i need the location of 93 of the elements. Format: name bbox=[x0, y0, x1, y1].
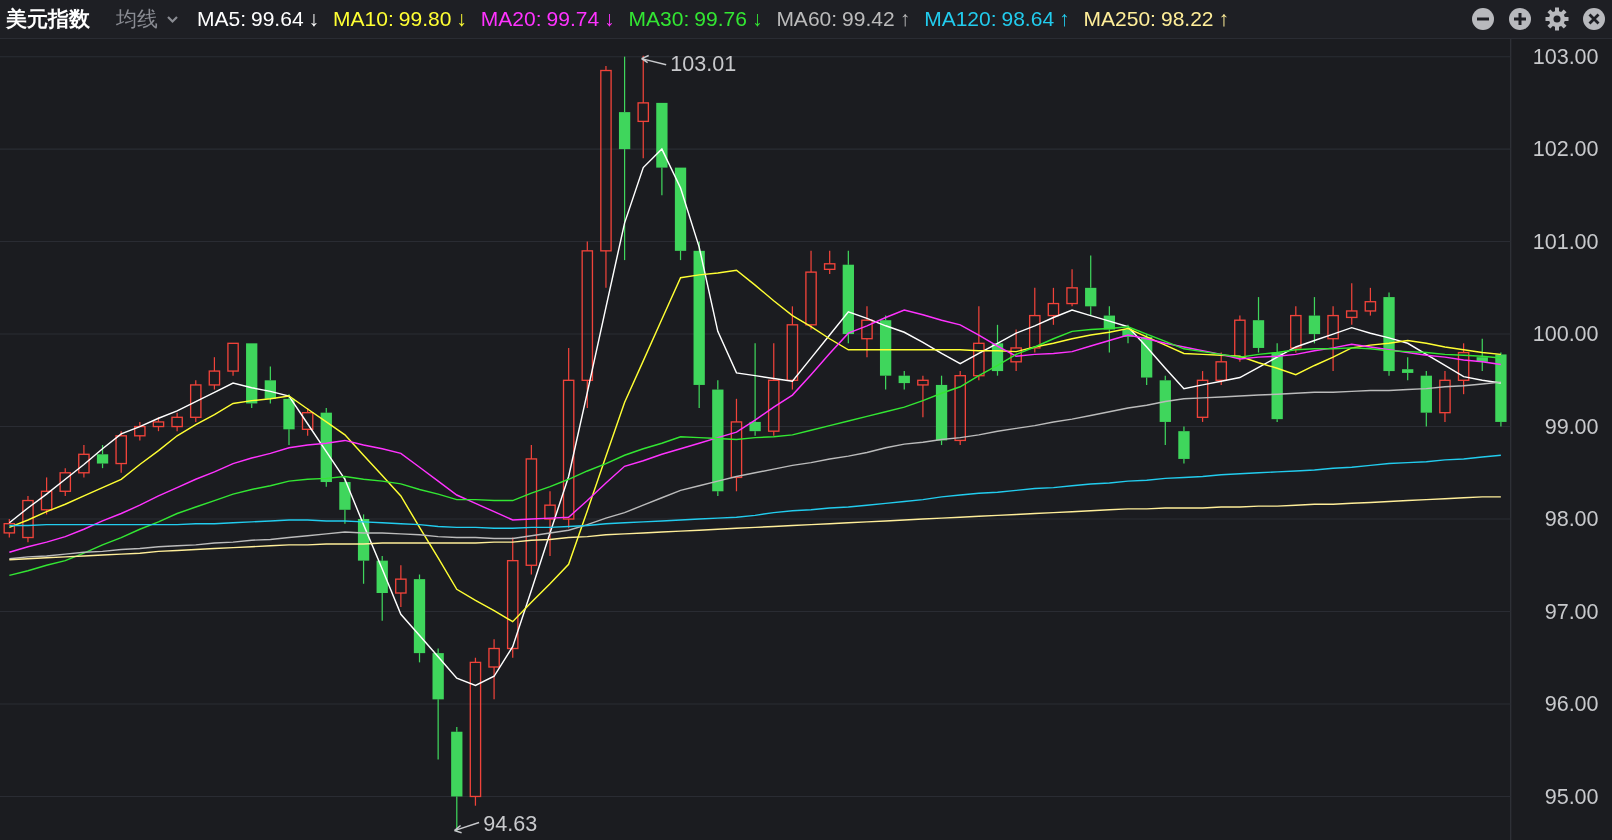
candlestick bbox=[1308, 296, 1321, 344]
legend-value: 99.80 bbox=[398, 7, 452, 31]
legend-value: 99.42 bbox=[842, 7, 895, 31]
candlestick bbox=[264, 365, 276, 405]
trend-arrow: ↑ bbox=[899, 7, 911, 31]
zoom-in-icon[interactable] bbox=[1508, 7, 1532, 31]
axis-label: 101.00 bbox=[1532, 228, 1599, 254]
legend-value: 99.76 bbox=[694, 7, 747, 31]
candlestick bbox=[283, 393, 295, 446]
candlestick bbox=[1345, 282, 1358, 326]
candlestick bbox=[1196, 370, 1209, 423]
chevron-down-icon bbox=[166, 14, 179, 24]
candlestick bbox=[1159, 375, 1171, 446]
candlestick bbox=[1103, 305, 1115, 354]
candlestick bbox=[96, 444, 109, 469]
candlestick bbox=[134, 421, 146, 442]
candlestick bbox=[1010, 328, 1022, 372]
candlestick bbox=[917, 375, 929, 418]
axis-label: 98.00 bbox=[1544, 506, 1599, 532]
candlestick bbox=[1178, 425, 1190, 465]
candlestick bbox=[1420, 370, 1432, 428]
candlestick bbox=[1028, 287, 1041, 354]
candlestick bbox=[171, 412, 183, 432]
settings-icon[interactable] bbox=[1545, 7, 1569, 31]
legend-label: MA250: bbox=[1083, 7, 1156, 31]
legend-label: MA20: bbox=[480, 7, 542, 31]
zoom-out-icon[interactable] bbox=[1471, 7, 1495, 31]
candlestick bbox=[1085, 254, 1097, 317]
candlestick bbox=[1439, 370, 1451, 423]
trend-arrow: ↑ bbox=[1218, 7, 1229, 31]
candlestick bbox=[357, 513, 370, 585]
candlestick bbox=[339, 476, 351, 525]
candlestick bbox=[395, 564, 407, 608]
candlestick bbox=[1327, 305, 1339, 372]
legend-label: MA120: bbox=[924, 7, 997, 31]
legend-value: 98.22 bbox=[1160, 7, 1214, 31]
axis-label: 102.00 bbox=[1532, 136, 1599, 162]
candlestick bbox=[22, 495, 34, 543]
candlestick bbox=[898, 370, 910, 391]
leader-line bbox=[453, 821, 480, 834]
candlestick bbox=[544, 490, 556, 557]
candlestick bbox=[1066, 268, 1078, 307]
chart-title: 美元指数 bbox=[6, 6, 90, 32]
legend-label: MA5: bbox=[197, 7, 246, 31]
trend-arrow: ↓ bbox=[308, 7, 320, 31]
candlestick bbox=[59, 467, 72, 497]
candlestick bbox=[1215, 351, 1228, 386]
candlestick bbox=[1122, 324, 1134, 344]
legend-value: 99.74 bbox=[546, 7, 600, 31]
axis-label: 100.00 bbox=[1532, 321, 1599, 347]
candlestick bbox=[1290, 305, 1302, 354]
legend-value: 98.64 bbox=[1001, 7, 1055, 31]
candlestick bbox=[1402, 356, 1414, 381]
candlestick bbox=[823, 250, 836, 275]
candlestick bbox=[152, 416, 165, 432]
legend-value: 99.64 bbox=[251, 7, 304, 31]
candlestick bbox=[3, 518, 16, 539]
high-price-label: 103.01 bbox=[670, 50, 737, 76]
candlestick bbox=[208, 356, 221, 391]
trend-arrow: ↑ bbox=[1059, 7, 1070, 31]
candlestick bbox=[40, 476, 53, 516]
candlestick bbox=[115, 430, 127, 474]
trend-arrow: ↓ bbox=[751, 7, 763, 31]
candlestick bbox=[227, 342, 239, 377]
trend-arrow: ↓ bbox=[456, 7, 467, 31]
axis-label: 97.00 bbox=[1544, 598, 1599, 624]
indicator-dropdown[interactable]: 均线 bbox=[116, 5, 179, 33]
legend-label: MA10: bbox=[333, 7, 394, 31]
candlestick bbox=[1476, 338, 1488, 372]
axis-label: 95.00 bbox=[1544, 783, 1599, 809]
candlestick bbox=[189, 379, 202, 423]
candlestick bbox=[376, 555, 388, 622]
legend-label: MA30: bbox=[628, 7, 690, 31]
candlestick bbox=[861, 305, 873, 358]
trend-arrow: ↓ bbox=[604, 7, 615, 31]
close-icon[interactable] bbox=[1582, 7, 1606, 31]
low-price-label: 94.63 bbox=[483, 810, 538, 836]
candlestick bbox=[1364, 287, 1377, 317]
axis-label: 96.00 bbox=[1544, 691, 1599, 717]
candlestick bbox=[935, 375, 948, 446]
candlestick bbox=[301, 407, 314, 437]
candlestick bbox=[1252, 296, 1265, 354]
axis-label: 103.00 bbox=[1532, 43, 1599, 69]
candlestick bbox=[1457, 342, 1470, 395]
axis-label: 99.00 bbox=[1544, 413, 1599, 439]
legend-label: MA60: bbox=[776, 7, 838, 31]
candlestick bbox=[78, 444, 90, 479]
candlestick bbox=[1047, 287, 1060, 326]
candlestick bbox=[1234, 314, 1246, 363]
candlestick bbox=[488, 638, 500, 700]
candlestick bbox=[246, 342, 258, 409]
leader-line bbox=[640, 54, 667, 66]
candlestick bbox=[991, 324, 1004, 377]
